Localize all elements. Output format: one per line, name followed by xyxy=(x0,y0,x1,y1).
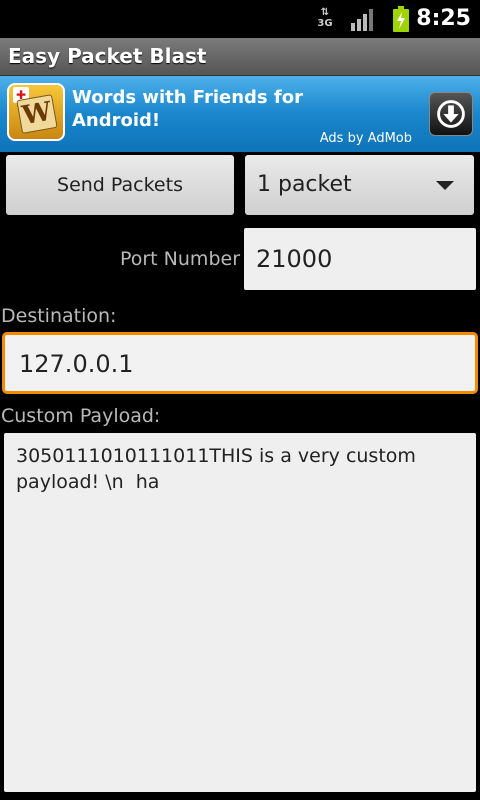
packet-count-value: 1 packet xyxy=(257,172,352,197)
ad-app-icon[interactable]: ✚ W xyxy=(7,83,65,141)
port-number-label: Port Number xyxy=(119,248,240,270)
ad-headline[interactable]: Words with Friends for Android! xyxy=(72,86,332,132)
ad-byline: Ads by AdMob xyxy=(319,131,412,146)
network-type-icon: ⇅ 3G xyxy=(317,7,333,30)
send-packets-button[interactable]: Send Packets xyxy=(6,155,234,215)
status-time: 8:25 xyxy=(416,6,471,31)
custom-payload-textarea[interactable]: 3050111010111011THIS is a very custom pa… xyxy=(4,433,476,792)
port-number-input[interactable]: 21000 xyxy=(244,228,476,290)
status-bar: ⇅ 3G 8:25 xyxy=(0,0,480,38)
destination-input[interactable]: 127.0.0.1 xyxy=(2,332,478,394)
battery-charging-icon xyxy=(393,6,409,32)
packet-count-dropdown[interactable]: 1 packet xyxy=(245,155,474,215)
ad-download-button[interactable] xyxy=(429,92,473,136)
signal-strength-icon xyxy=(351,9,373,31)
ad-app-tile: W xyxy=(16,94,58,134)
chevron-down-icon xyxy=(436,181,454,190)
ad-banner[interactable]: ✚ W Words with Friends for Android! Ads … xyxy=(0,76,480,152)
app-title: Easy Packet Blast xyxy=(8,44,207,68)
download-icon xyxy=(437,100,465,128)
destination-label: Destination: xyxy=(1,305,117,327)
app-title-bar: Easy Packet Blast xyxy=(0,38,480,76)
custom-payload-label: Custom Payload: xyxy=(1,405,161,427)
